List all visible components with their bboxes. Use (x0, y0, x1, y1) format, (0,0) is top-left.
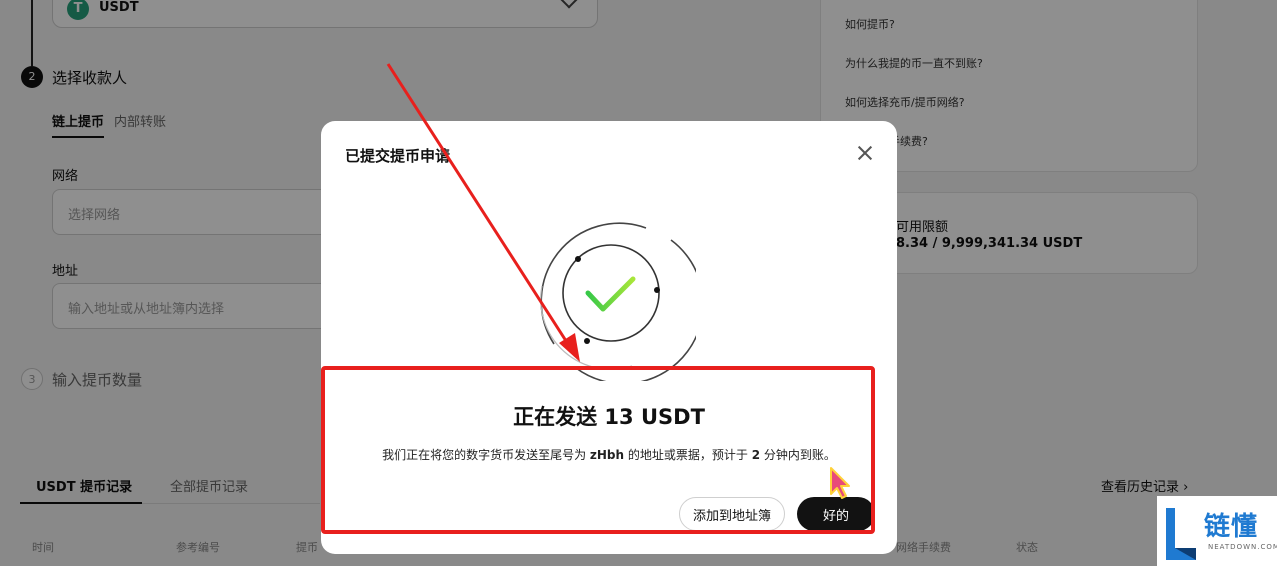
mouse-cursor-icon (830, 467, 850, 499)
watermark-subtext: NEATDOWN.COM (1208, 543, 1277, 551)
watermark: 链懂 NEATDOWN.COM (1157, 496, 1277, 566)
watermark-logo-icon (1166, 508, 1196, 560)
watermark-text: 链懂 (1204, 512, 1259, 542)
red-annotation-arrow (386, 63, 580, 362)
